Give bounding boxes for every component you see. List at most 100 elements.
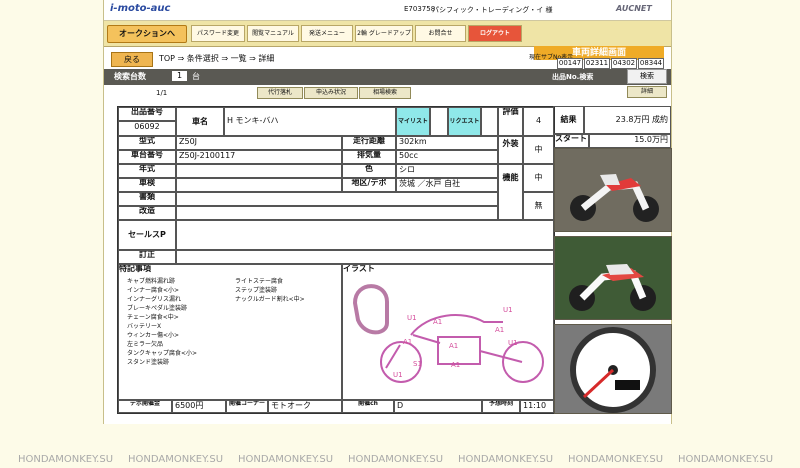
sale-price-value: 6500円	[172, 400, 226, 413]
note-item: ナックルガード割れ<中>	[235, 296, 305, 303]
breadcrumb: TOP ⇒ 条件選択 ⇒ 一覧 ⇒ 詳細	[159, 54, 275, 63]
watermark-2: HONDAMONKEY.SU	[128, 454, 224, 465]
correction-label: 訂正	[118, 250, 176, 264]
correction-value	[176, 250, 554, 264]
color-value: シロ	[396, 164, 498, 178]
illustration-mark: A1	[403, 338, 412, 346]
notes-left-list: キャブ燃料漏れ跡 インナー腐食<小> インナーグリス漏れ ブレーキペダル塗装跡 …	[127, 277, 197, 367]
tab-password[interactable]: パスワード変更	[191, 25, 245, 42]
request-label[interactable]: リクエスト	[448, 107, 481, 136]
modify-label: 改造	[118, 206, 176, 220]
exterior-label: 外装	[498, 136, 523, 164]
illustration-mark: U1	[508, 339, 518, 347]
start-label: スタート	[553, 134, 589, 148]
tab-contact[interactable]: お問合せ	[415, 25, 466, 42]
watermark-3: HONDAMONKEY.SU	[238, 454, 334, 465]
inspection-value	[176, 178, 342, 192]
note-item: 左ミラー欠品	[127, 341, 164, 348]
counter-2: 02311	[584, 58, 610, 69]
note-item: インナー腐食<小>	[127, 287, 180, 294]
watermark-1: HONDAMONKEY.SU	[18, 454, 114, 465]
illustration-mark: A1	[449, 342, 458, 350]
note-item: ステップ塗装跡	[235, 287, 278, 294]
member-code: E703758	[404, 5, 436, 13]
proxy-bid-button[interactable]: 代行落札	[257, 87, 303, 99]
note-item: ブレーキペダル塗装跡	[127, 305, 188, 312]
note-item: インナーグリス漏れ	[127, 296, 182, 303]
motorcycle-photo-3[interactable]	[554, 324, 672, 414]
detail-button[interactable]: 詳細	[627, 86, 667, 98]
auction-button[interactable]: オークションへ	[107, 25, 187, 43]
displacement-label: 排気量	[342, 150, 396, 164]
mylist-label[interactable]: マイリスト	[396, 107, 430, 136]
site-logo: i-moto-auc	[110, 3, 171, 14]
auction-number-label: 出品No.検索	[552, 73, 594, 81]
illustration-mark: A1	[433, 318, 442, 326]
venue-label: 開催ch	[342, 400, 394, 413]
tab-grade-up[interactable]: 2輪 グレードアップ	[355, 25, 413, 42]
watermark-7: HONDAMONKEY.SU	[678, 454, 774, 465]
back-button[interactable]: 戻る	[111, 52, 153, 67]
result-label: 結果	[553, 106, 584, 134]
note-item: ウィンカー傷<小>	[127, 332, 180, 339]
logout-button[interactable]: ログアウト	[468, 25, 522, 42]
photo-motorcycle-icon	[555, 149, 671, 231]
counter-3: 04302	[611, 58, 637, 69]
frame-value: Z50J-2100117	[176, 150, 342, 164]
counter-1: 00147	[557, 58, 583, 69]
illustration-mark: A1	[495, 326, 504, 334]
schedule-value: 11:10	[520, 400, 554, 413]
docs-value	[176, 192, 498, 206]
request-empty	[481, 107, 498, 136]
engine-label: 機能	[498, 164, 523, 220]
rating-label: 評価	[498, 107, 523, 136]
sales-point-value	[176, 220, 554, 250]
lot-value: 06092	[118, 121, 176, 136]
tab-shipping[interactable]: 発送メニュー	[301, 25, 353, 42]
photo-motorcycle-icon	[555, 237, 671, 319]
notes-label: 特記事項	[119, 264, 151, 273]
paging-text: 1/1	[156, 89, 168, 97]
watermark-5: HONDAMONKEY.SU	[458, 454, 554, 465]
application-status-button[interactable]: 申込み状況	[304, 87, 358, 99]
type-label: 型式	[118, 136, 176, 150]
tab-manual[interactable]: 閲覧マニュアル	[247, 25, 299, 42]
year-label: 年式	[118, 164, 176, 178]
note-item: チェーン腐食<中>	[127, 314, 179, 321]
rating-value: 4	[523, 107, 554, 136]
search-count-unit: 台	[192, 72, 200, 81]
search-count-label: 検索台数	[114, 72, 146, 81]
illustration-mark: S1	[413, 360, 422, 368]
search-button[interactable]: 検索	[627, 69, 667, 84]
region-value: 茨城 ／水戸 自社	[396, 178, 498, 192]
illustration-mark: U1	[407, 314, 417, 322]
illustration-mark: U1	[503, 306, 513, 314]
search-count-input[interactable]: 1	[172, 71, 187, 81]
schedule-label: 予想時刻	[482, 400, 520, 413]
auction-window: i-moto-auc E703758 パシフィック・トレーディング・イ 様 AU…	[103, 0, 672, 424]
motorcycle-photo-2[interactable]	[554, 236, 672, 320]
market-search-button[interactable]: 相場検索	[359, 87, 411, 99]
brand-logo: AUCNET	[616, 4, 652, 13]
color-label: 色	[342, 164, 396, 178]
motorcycle-photo-1[interactable]	[554, 148, 672, 232]
start-value: 15.0万円	[589, 134, 671, 148]
speedometer-icon	[555, 325, 671, 413]
year-value	[176, 164, 342, 178]
lot-label: 出品番号	[118, 107, 176, 121]
exterior-value: 中	[523, 136, 554, 164]
mileage-value: 302km	[396, 136, 498, 150]
sales-point-label: セールスP	[118, 220, 176, 250]
notes-box: 特記事項 キャブ燃料漏れ跡 インナー腐食<小> インナーグリス漏れ ブレーキペダ…	[118, 264, 342, 400]
inspection-label: 車検	[118, 178, 176, 192]
illustration-mark: A1	[451, 361, 460, 369]
mileage-label: 走行距離	[342, 136, 396, 150]
member-name: パシフィック・トレーディング・イ 様	[432, 6, 553, 14]
note-item: タンクキャップ腐食<小>	[127, 350, 198, 357]
counter-4: 08344	[638, 58, 664, 69]
corner-label: 開催コーナー	[226, 400, 268, 413]
result-value: 23.8万円 成約	[584, 106, 671, 134]
region-label: 地区/デポ	[342, 178, 396, 192]
mylist-checkbox[interactable]	[430, 107, 448, 136]
note-item: キャブ燃料漏れ跡	[127, 278, 176, 285]
